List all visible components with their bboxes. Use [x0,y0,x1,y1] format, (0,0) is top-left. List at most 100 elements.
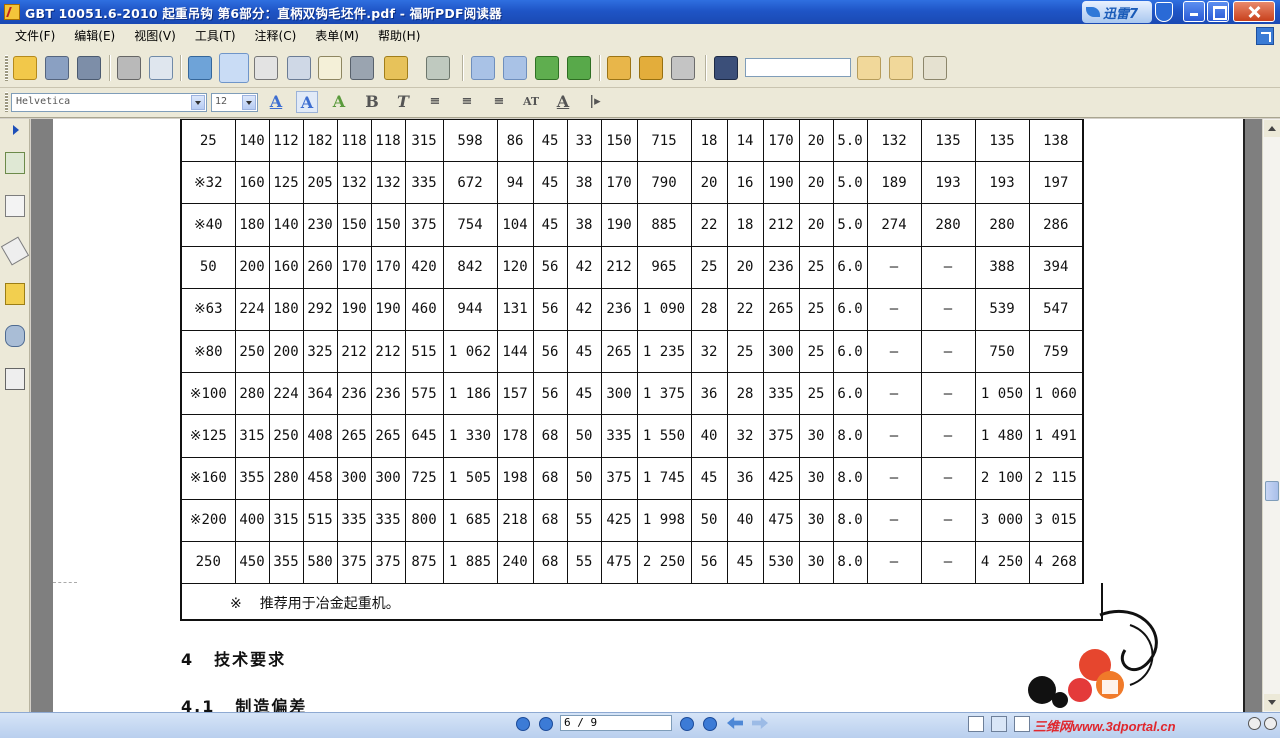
facing-view-icon[interactable] [1014,716,1030,732]
redo-icon[interactable] [503,56,527,80]
next-page-icon[interactable] [680,717,694,731]
table-cell: 875 [404,540,444,585]
unlink-icon[interactable] [639,56,663,80]
table-cell: — [920,498,976,542]
open-folder-icon[interactable] [13,56,37,80]
insert-image-icon[interactable] [535,56,559,80]
search-input[interactable] [745,58,851,77]
pages-thumbnail-icon[interactable] [5,195,25,217]
close-button[interactable] [1233,1,1275,22]
minimize-button[interactable] [1183,1,1205,22]
link-icon[interactable] [607,56,631,80]
find-next-icon[interactable] [889,56,913,80]
menu-form[interactable]: 表单(M) [315,27,359,44]
zoom-in-icon[interactable] [1264,717,1277,730]
table-cell: 68 [532,540,568,585]
save-as-icon[interactable] [77,56,101,80]
menu-view[interactable]: 视图(V) [134,27,176,44]
zoom-tool-icon[interactable] [254,56,278,80]
align-right-icon[interactable]: ≡ [488,91,510,113]
attach-icon[interactable] [671,56,695,80]
table-cell: 236 [762,245,800,289]
last-page-icon[interactable] [703,717,717,731]
snapshot-icon[interactable] [350,56,374,80]
clear-search-icon[interactable] [923,56,947,80]
chevron-down-icon[interactable] [191,95,205,110]
table-cell: 355 [234,456,270,500]
table-cell: 25 [798,245,834,289]
print-icon[interactable] [117,56,141,80]
table-cell: 408 [302,414,338,458]
scroll-down-icon[interactable] [1264,694,1280,711]
xunlei-button[interactable]: 迅雷7 [1082,1,1152,23]
table-cell: 458 [302,456,338,500]
text-color-icon[interactable]: A [265,91,287,113]
signatures-icon[interactable] [5,368,25,390]
select-text-icon[interactable] [318,56,342,80]
hand-tool-icon[interactable] [219,53,249,83]
first-page-icon[interactable] [516,717,530,731]
table-cell: 25 [798,372,834,416]
table-cell: 68 [532,456,568,500]
comments-icon[interactable] [5,283,25,305]
align-center-icon[interactable]: ≡ [456,91,478,113]
zoom-out-icon[interactable] [1248,717,1261,730]
italic-icon[interactable]: T [392,91,414,113]
select-arrow-icon[interactable] [287,56,311,80]
table-cell: 55 [566,540,602,585]
shield-icon[interactable] [1155,2,1173,22]
char-spacing-icon[interactable]: AT [520,91,542,113]
chevron-down-icon[interactable] [242,95,256,110]
table-cell: 45 [690,456,728,500]
table-cell: 160 [268,245,304,289]
text-fill-icon[interactable]: A [328,91,350,113]
menu-file[interactable]: 文件(F) [15,27,55,44]
email-icon[interactable] [149,56,173,80]
menu-edit[interactable]: 编辑(E) [74,27,115,44]
table-cell: ※32 [180,161,236,205]
table-cell: 790 [636,161,692,205]
pane-toggle-icon[interactable] [13,125,19,135]
footnote-text: 推荐用于冶金起重机。 [259,596,400,612]
horizontal-scale-icon[interactable]: |▸ [584,91,606,113]
page-number-input[interactable]: 6 / 9 [560,715,672,731]
word-spacing-icon[interactable]: A [552,91,574,113]
table-cell: 160 [234,161,270,205]
toolbar-grip[interactable] [5,92,8,112]
rms-lock-icon[interactable] [384,56,408,80]
bookmarks-icon[interactable] [5,152,25,174]
table-cell: 8.0 [832,498,868,542]
sign-pen-icon[interactable] [426,56,450,80]
toolbar-grip[interactable] [5,55,8,81]
bold-icon[interactable]: B [361,91,383,113]
previous-page-icon[interactable] [539,717,553,731]
maximize-button[interactable] [1207,1,1229,22]
find-prev-icon[interactable] [857,56,881,80]
undo-icon[interactable] [471,56,495,80]
table-cell: 212 [762,203,800,247]
table-cell: 18 [726,203,764,247]
continuous-view-icon[interactable] [991,716,1007,732]
attachments-icon[interactable] [5,325,25,347]
font-size-select[interactable]: 12 [211,93,258,112]
insert-media-icon[interactable] [567,56,591,80]
menu-tools[interactable]: 工具(T) [195,27,236,44]
menu-help[interactable]: 帮助(H) [378,27,420,44]
vertical-scrollbar[interactable] [1262,119,1280,712]
table-cell: 45 [566,372,602,416]
scroll-up-icon[interactable] [1264,120,1280,137]
table-cell: 18 [690,119,728,163]
fullscreen-icon[interactable] [1256,27,1274,45]
save-icon[interactable] [45,56,69,80]
menu-comment[interactable]: 注释(C) [255,27,297,44]
align-left-icon[interactable]: ≡ [424,91,446,113]
text-highlight-icon[interactable]: A [296,91,318,113]
scroll-thumb[interactable] [1265,481,1279,501]
table-cell: 460 [404,287,444,331]
single-page-view-icon[interactable] [968,716,984,732]
font-name-select[interactable]: Helvetica [11,93,207,112]
table-cell: 1 235 [636,329,692,374]
fullscreen-view-icon[interactable] [188,56,212,80]
table-cell: 132 [336,161,372,205]
find-binoculars-icon[interactable] [714,56,738,80]
